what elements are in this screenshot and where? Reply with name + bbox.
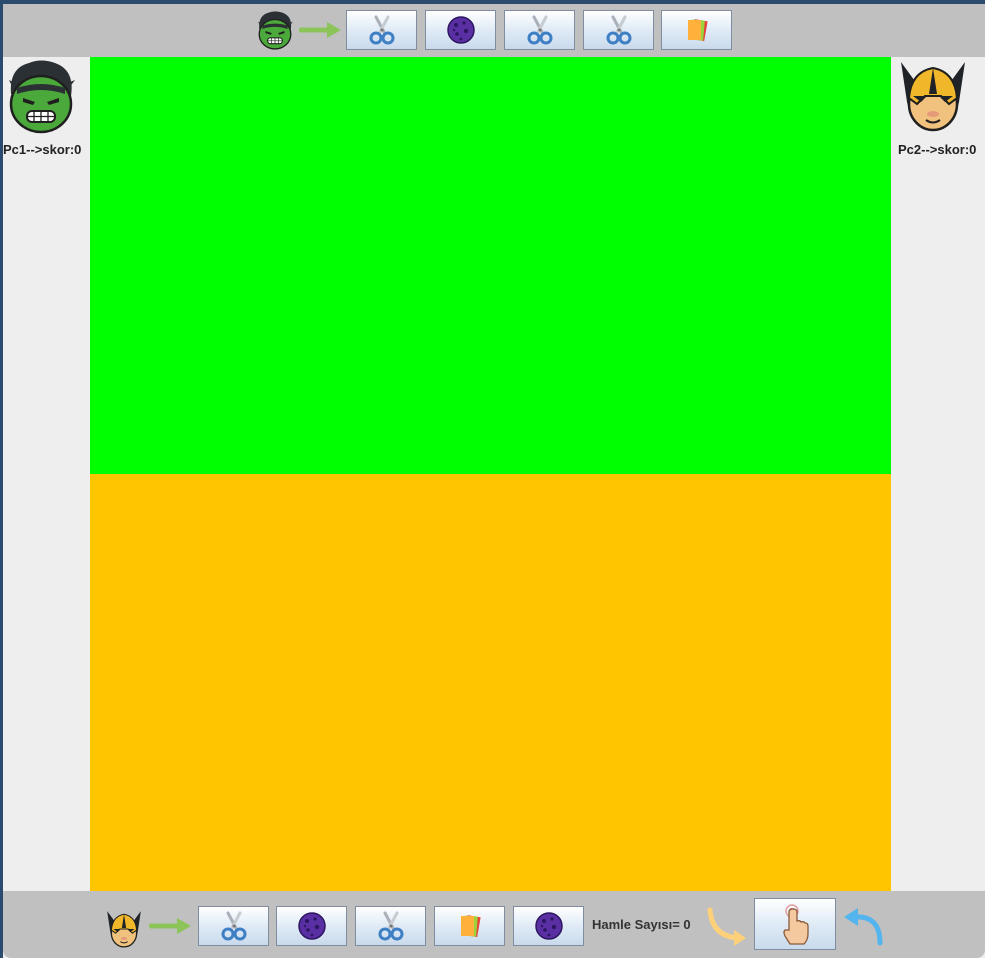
board-top-area [90,57,891,474]
green-arrow-icon [149,916,193,936]
scissors-icon [525,15,555,45]
paper-icon [682,15,712,45]
scissors-icon [604,15,634,45]
pc1-card-1[interactable] [346,10,417,50]
wolverine-avatar-icon [897,58,969,134]
green-arrow-icon [299,20,343,40]
rock-icon [297,911,327,941]
pc1-card-2[interactable] [425,10,496,50]
game-window: Pc1-->skor:0 Pc2-->skor:0 Hamle Sayısı= … [3,4,985,958]
play-button[interactable] [754,898,836,950]
pc2-card-3[interactable] [355,906,426,946]
pc2-hand-bar [3,891,985,958]
pc1-card-3[interactable] [504,10,575,50]
pc1-card-5[interactable] [661,10,732,50]
scissors-icon [219,911,249,941]
scissors-icon [367,15,397,45]
pc2-card-2[interactable] [276,906,347,946]
rock-icon [446,15,476,45]
pc2-card-5[interactable] [513,906,584,946]
undo-arrow-icon[interactable] [842,905,886,947]
pc2-card-1[interactable] [198,906,269,946]
hulk-avatar-icon [5,58,77,134]
wolverine-small-avatar-icon [105,909,143,949]
board-bottom-area [90,474,891,891]
rock-icon [534,911,564,941]
pc1-card-4[interactable] [583,10,654,50]
pc2-card-4[interactable] [434,906,505,946]
curved-arrow-icon [707,907,746,946]
scissors-icon [376,911,406,941]
hulk-small-avatar-icon [256,10,294,50]
paper-icon [455,911,485,941]
tap-hand-icon [783,904,809,945]
pc1-score: Pc1-->skor:0 [3,142,82,157]
pc2-score: Pc2-->skor:0 [898,142,977,157]
pc1-hand-bar [3,4,985,57]
move-count-label: Hamle Sayısı= 0 [592,917,691,932]
